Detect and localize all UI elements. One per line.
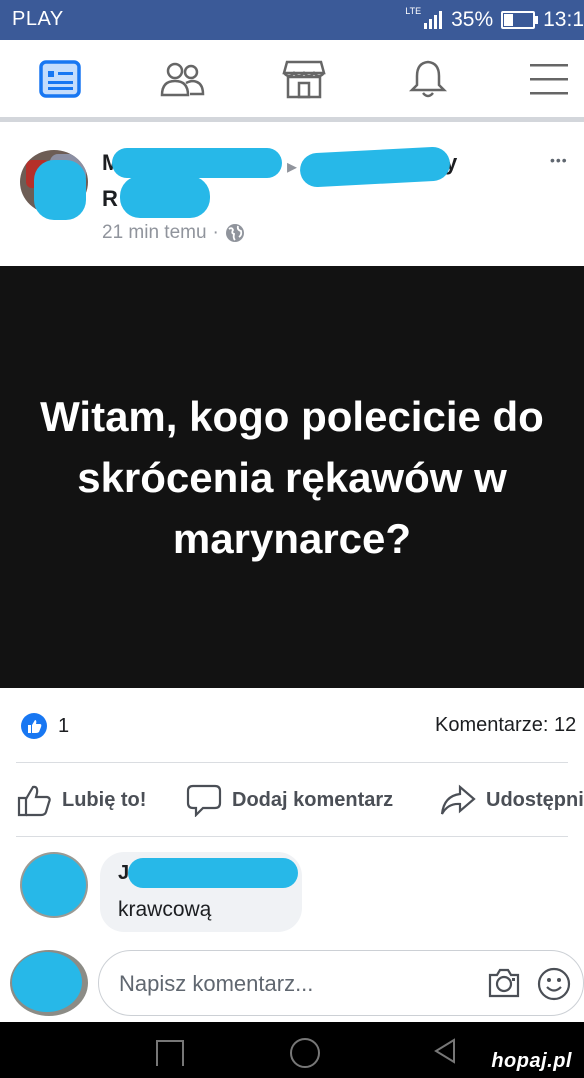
share-button[interactable]: Udostępni xyxy=(440,782,584,818)
meta-separator: · xyxy=(212,222,219,243)
clock: 13:1 xyxy=(543,8,584,31)
battery-percent: 35% xyxy=(451,8,494,31)
redaction-commenter-name xyxy=(128,858,298,888)
top-navigation xyxy=(0,40,584,122)
share-arrow-icon xyxy=(440,784,476,815)
marketplace-icon[interactable] xyxy=(281,58,327,100)
globe-icon xyxy=(225,224,244,242)
post-meta: 21 min temu · xyxy=(102,222,245,244)
share-label: Udostępni xyxy=(486,788,584,811)
friends-icon[interactable] xyxy=(159,58,205,100)
post-image-text: Witam, kogo polecicie do skrócenia rękaw… xyxy=(40,392,544,562)
notifications-bell-icon[interactable] xyxy=(405,58,451,100)
group-arrow-icon: ▸ xyxy=(287,156,298,178)
comment-label: Dodaj komentarz xyxy=(232,788,394,811)
redaction-author xyxy=(112,148,282,178)
redaction-commenter-avatar xyxy=(22,854,86,916)
thumbs-up-icon xyxy=(17,785,51,817)
redaction-my-avatar xyxy=(12,952,82,1012)
post-image[interactable]: Witam, kogo polecicie do skrócenia rękaw… xyxy=(0,266,584,688)
likes-count: 1 xyxy=(58,714,70,737)
signal-icon xyxy=(424,11,443,29)
more-options-icon[interactable]: ••• xyxy=(550,152,568,168)
like-reaction-icon xyxy=(21,713,47,739)
watermark: hopaj.pl xyxy=(491,1050,572,1072)
comments-count[interactable]: Komentarze: 12 xyxy=(435,714,576,737)
news-feed-icon[interactable] xyxy=(37,58,83,100)
redaction-avatar xyxy=(34,160,86,220)
comment-button[interactable]: Dodaj komentarz xyxy=(186,782,393,818)
emoji-icon[interactable] xyxy=(537,967,571,1001)
battery-icon xyxy=(501,11,539,29)
recent-apps-icon[interactable] xyxy=(156,1040,184,1066)
comment-bubble: J k krawcową xyxy=(100,852,302,932)
carrier-name: PLAY xyxy=(12,8,64,30)
comment-input[interactable]: Napisz komentarz... xyxy=(98,950,584,1016)
menu-icon[interactable] xyxy=(526,58,572,100)
divider xyxy=(16,762,568,763)
divider xyxy=(16,836,568,837)
like-label: Lubię to! xyxy=(62,788,147,811)
comment-input-placeholder: Napisz komentarz... xyxy=(119,971,314,996)
author-second-line: R xyxy=(102,186,118,211)
reactions-summary[interactable]: 1 xyxy=(20,712,69,740)
redaction-author-line2 xyxy=(120,176,210,218)
network-type: LTE xyxy=(405,6,422,16)
home-icon[interactable] xyxy=(290,1038,320,1068)
comment-bubble-icon xyxy=(186,784,222,817)
post-time[interactable]: 21 min temu xyxy=(102,222,207,244)
redaction-group xyxy=(299,146,451,188)
back-icon[interactable] xyxy=(432,1038,458,1064)
status-bar: PLAY LTE 35% 13:1 xyxy=(0,0,584,40)
comment-text: krawcową xyxy=(118,898,212,921)
like-button[interactable]: Lubię to! xyxy=(16,782,146,818)
camera-icon[interactable] xyxy=(487,967,521,999)
system-navigation-bar: hopaj.pl xyxy=(0,1022,584,1078)
